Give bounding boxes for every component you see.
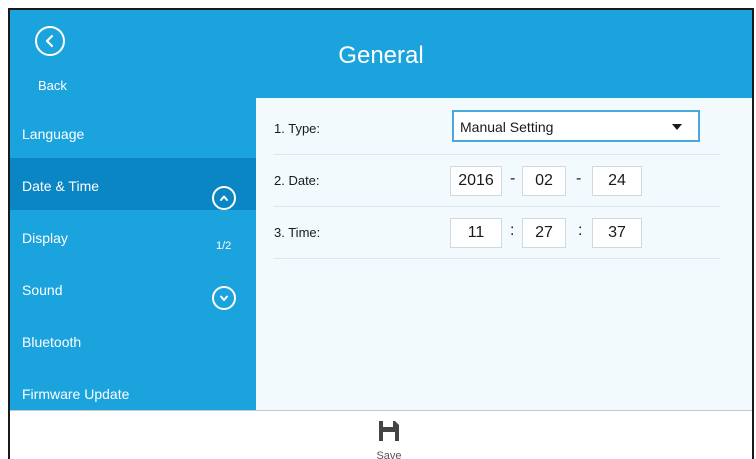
scroll-up-button[interactable] bbox=[212, 186, 236, 210]
date-label: 2. Date: bbox=[274, 173, 320, 188]
sidebar-item-language[interactable]: Language bbox=[10, 106, 256, 158]
header-bar: Back General bbox=[10, 10, 752, 98]
date-row: 2. Date: 2016 - 02 - 24 bbox=[274, 154, 720, 207]
time-separator: : bbox=[578, 222, 583, 239]
phone-screen: Back General Language Date & Time Displa… bbox=[8, 8, 754, 459]
scroll-down-button[interactable] bbox=[212, 286, 236, 310]
save-label: Save bbox=[376, 450, 402, 459]
time-row: 3. Time: 11 : 27 : 37 bbox=[274, 206, 720, 259]
sidebar-item-label: Bluetooth bbox=[22, 334, 82, 350]
type-select-value: Manual Setting bbox=[460, 119, 554, 135]
sidebar-item-bluetooth[interactable]: Bluetooth bbox=[10, 314, 256, 366]
sidebar-item-label: Display bbox=[22, 230, 68, 246]
date-year-field[interactable]: 2016 bbox=[450, 166, 502, 196]
floppy-disk-icon bbox=[379, 421, 399, 441]
chevron-down-icon bbox=[220, 295, 228, 301]
chevron-up-icon bbox=[220, 195, 228, 201]
type-label: 1. Type: bbox=[274, 121, 321, 136]
footer-bar: Save bbox=[10, 410, 752, 459]
sidebar-item-label: Language bbox=[22, 126, 85, 142]
time-hour-field[interactable]: 11 bbox=[450, 218, 502, 248]
settings-panel: 1. Type: Manual Setting 2. Date: 2016 - … bbox=[256, 98, 752, 410]
sidebar-item-label: Sound bbox=[22, 282, 63, 298]
save-button[interactable]: Save bbox=[366, 417, 412, 459]
time-separator: : bbox=[510, 222, 515, 239]
page-indicator: 1/2 bbox=[216, 240, 232, 252]
sidebar-item-label: Date & Time bbox=[22, 178, 100, 194]
date-day-field[interactable]: 24 bbox=[592, 166, 642, 196]
page-title: General bbox=[338, 42, 424, 69]
time-minute-field[interactable]: 27 bbox=[522, 218, 566, 248]
sidebar: Language Date & Time Display Sound Bluet… bbox=[10, 98, 256, 410]
dropdown-arrow-icon bbox=[672, 124, 682, 130]
date-separator: - bbox=[510, 170, 516, 187]
date-month-field[interactable]: 02 bbox=[522, 166, 566, 196]
sidebar-item-display[interactable]: Display bbox=[10, 210, 256, 262]
type-select[interactable]: Manual Setting bbox=[452, 110, 700, 142]
back-label: Back bbox=[38, 78, 67, 93]
date-separator: - bbox=[576, 170, 582, 187]
time-label: 3. Time: bbox=[274, 225, 321, 240]
sidebar-item-label: Firmware Update bbox=[22, 386, 130, 402]
time-second-field[interactable]: 37 bbox=[592, 218, 642, 248]
type-row: 1. Type: Manual Setting bbox=[274, 102, 720, 155]
